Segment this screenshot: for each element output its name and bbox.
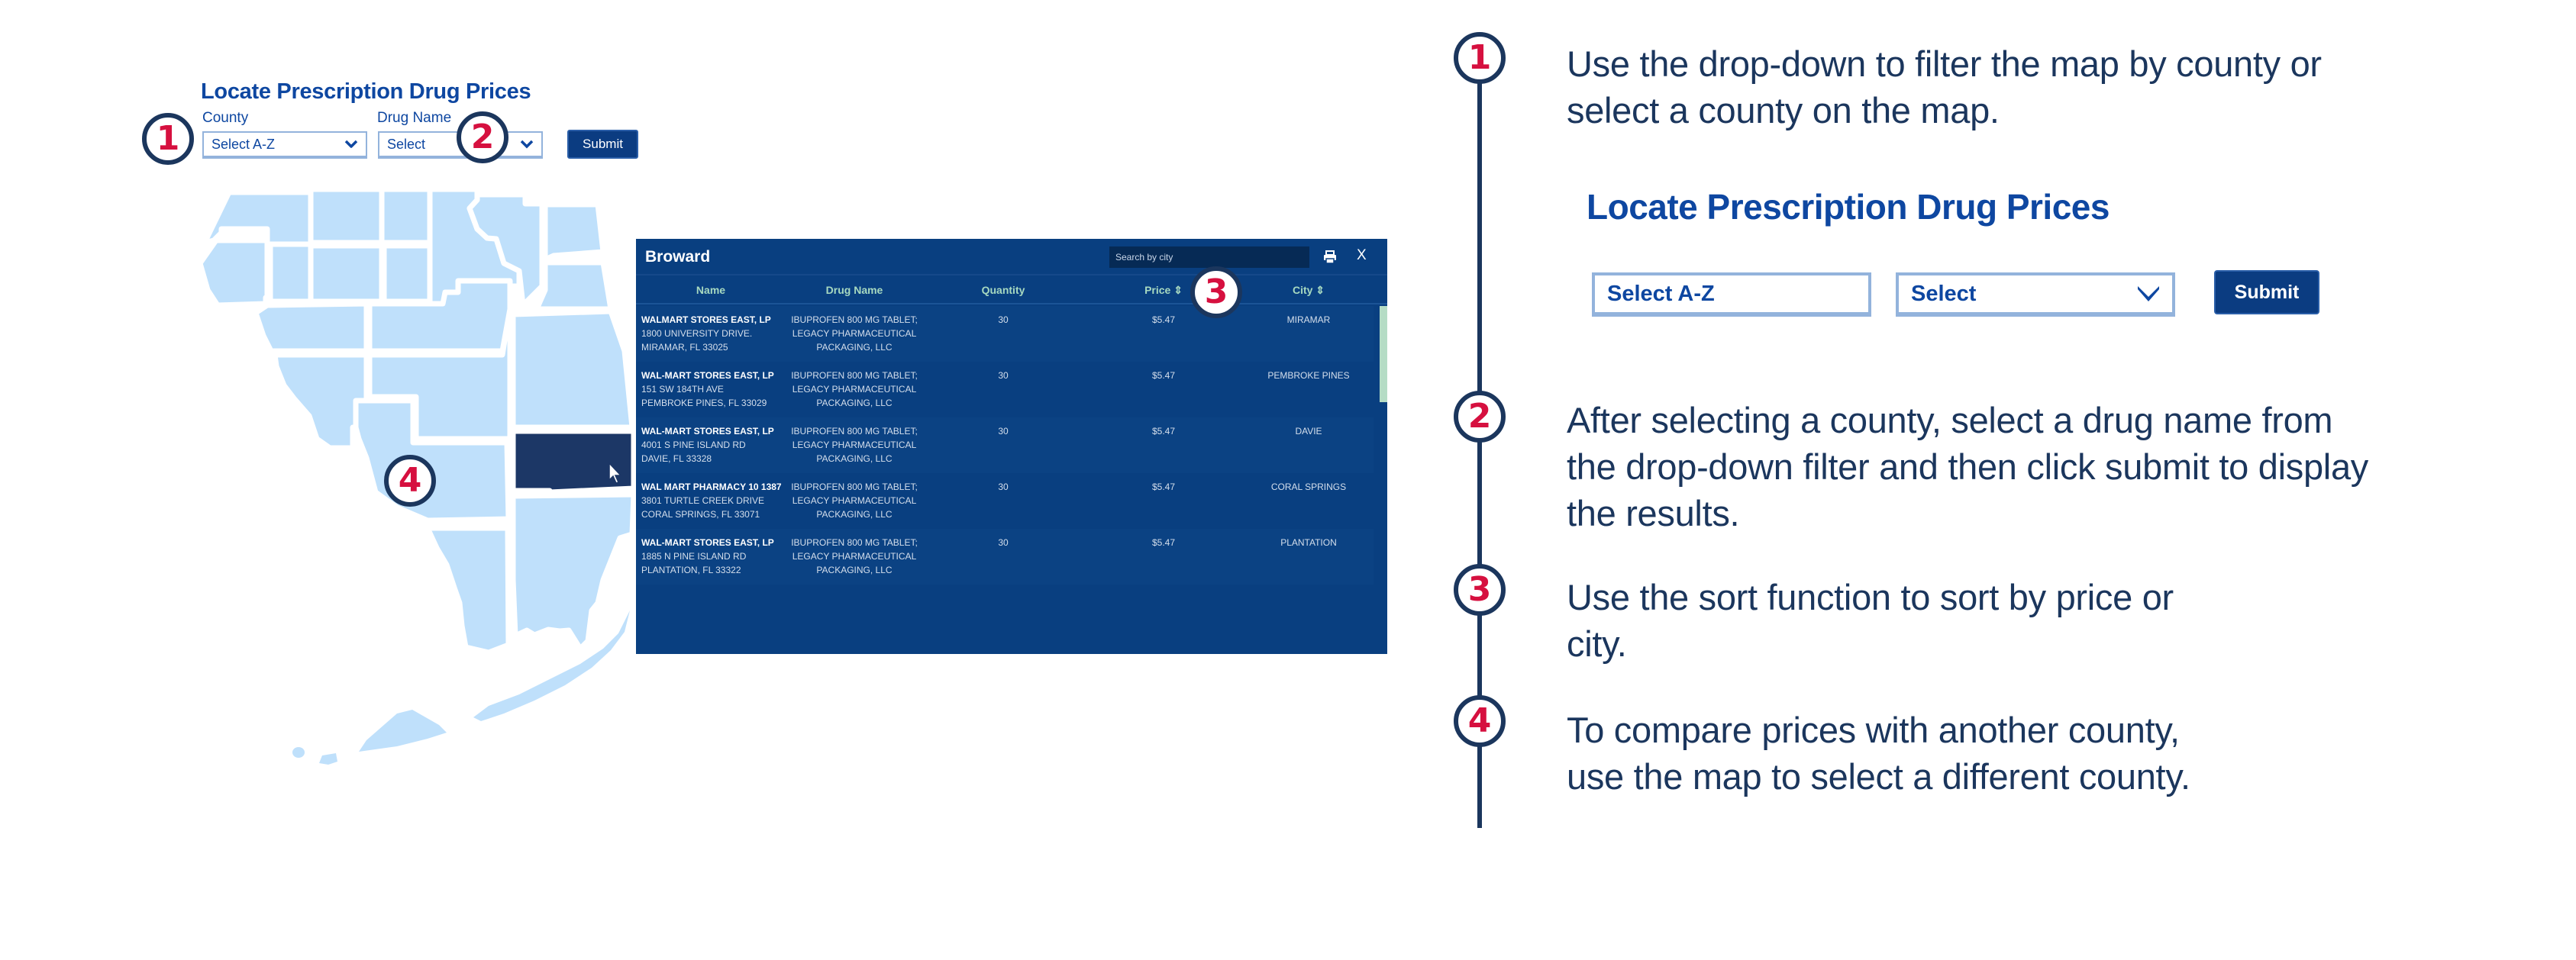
map-county[interactable]	[308, 186, 385, 246]
price-cell: $5.47	[1151, 537, 1176, 548]
instruction-marker-4: 4	[1454, 695, 1506, 747]
printer-icon[interactable]	[1323, 250, 1337, 264]
demo-county-select-value: Select A-Z	[1607, 281, 1715, 306]
chevron-down-icon	[1832, 285, 1858, 304]
pharmacy-address: 1885 N PINE ISLAND RD	[641, 551, 747, 562]
city-cell: PLANTATION	[1280, 537, 1337, 548]
demo-drug-select-value: Select	[1911, 281, 1977, 306]
city-cell: CORAL SPRINGS	[1270, 482, 1347, 492]
submit-button[interactable]: Submit	[567, 130, 638, 159]
map-county[interactable]	[379, 186, 433, 246]
county-select[interactable]: Select A-Z	[202, 131, 367, 159]
pharmacy-address: 1800 UNIVERSITY DRIVE.	[641, 328, 753, 339]
map-county[interactable]	[267, 241, 314, 304]
pharmacy-address: 3801 TURTLE CREEK DRIVE	[641, 495, 764, 506]
drug-name-cell: IBUPROFEN 800 MG TABLET; LEGACY PHARMACE…	[791, 370, 918, 408]
city-cell: DAVIE	[1295, 426, 1322, 437]
pharmacy-address: DAVIE, FL 33328	[641, 453, 712, 464]
map-county[interactable]	[381, 243, 433, 304]
pharmacy-address: MIRAMAR, FL 33025	[641, 342, 728, 353]
map-county[interactable]	[424, 525, 512, 656]
map-county[interactable]	[197, 237, 270, 308]
step-marker-4: 4	[384, 455, 436, 507]
table-row: WALMART STORES EAST, LP 1800 UNIVERSITY D…	[636, 306, 1374, 362]
step-marker-2: 2	[457, 111, 508, 163]
county-select-value: Select A-Z	[211, 136, 276, 152]
pharmacy-name: WAL-MART STORES EAST, LP	[641, 426, 774, 437]
price-cell: $5.47	[1151, 482, 1176, 492]
instruction-step-3: Use the sort function to sort by price o…	[1567, 577, 2174, 664]
mouse-cursor-icon	[608, 462, 622, 484]
pharmacy-name: WAL-MART STORES EAST, LP	[641, 370, 774, 381]
drug-name-select-value: Select	[387, 136, 426, 152]
drug-name-cell: IBUPROFEN 800 MG TABLET; LEGACY PHARMACE…	[791, 537, 918, 575]
chevron-down-icon	[344, 140, 358, 148]
step-marker-3: 3	[1190, 266, 1242, 318]
panel-titlebar: Broward X	[636, 239, 1387, 275]
pharmacy-name: WALMART STORES EAST, LP	[641, 314, 771, 325]
table-body: WALMART STORES EAST, LP 1800 UNIVERSITY D…	[636, 306, 1374, 585]
scrollbar-thumb[interactable]	[1380, 306, 1387, 402]
demo-drug-select: Select	[1896, 272, 2175, 317]
city-cell: MIRAMAR	[1286, 314, 1331, 325]
form-title: Locate Prescription Drug Prices	[201, 79, 531, 104]
map-county[interactable]	[534, 259, 614, 312]
quantity-cell: 30	[998, 314, 1009, 325]
table-header: Name Drug Name Quantity Price ⇕ City ⇕	[636, 277, 1387, 304]
chevron-down-icon	[2138, 286, 2159, 301]
instruction-marker-3: 3	[1454, 564, 1506, 616]
panel-title: Broward	[645, 248, 711, 266]
price-cell: $5.47	[1151, 426, 1176, 437]
quantity-cell: 30	[998, 537, 1009, 548]
drug-name-label: Drug Name	[377, 110, 452, 126]
demo-submit-button: Submit	[2214, 270, 2319, 314]
instruction-step-4: To compare prices with another county, u…	[1567, 710, 2190, 797]
instruction-step-1: Use the drop-down to filter the map by c…	[1567, 43, 2322, 130]
demo-county-select: Select A-Z	[1592, 272, 1871, 317]
drug-name-cell: IBUPROFEN 800 MG TABLET; LEGACY PHARMACE…	[791, 426, 918, 464]
pharmacy-address: 4001 S PINE ISLAND RD	[641, 440, 746, 450]
map-county[interactable]	[253, 301, 370, 354]
chevron-down-icon	[520, 140, 534, 149]
drug-name-cell: IBUPROFEN 800 MG TABLET; LEGACY PHARMACE…	[791, 314, 918, 353]
pharmacy-address: PEMBROKE PINES, FL 33029	[641, 398, 767, 408]
pharmacy-address: CORAL SPRINGS, FL 33071	[641, 509, 760, 520]
county-label: County	[202, 110, 249, 126]
map-county[interactable]	[510, 308, 635, 430]
step-marker-1: 1	[142, 113, 194, 165]
florida-keys	[292, 747, 305, 758]
map-county[interactable]	[542, 201, 606, 263]
map-county[interactable]	[308, 243, 385, 304]
pharmacy-address: PLANTATION, FL 33322	[641, 565, 741, 575]
map-county[interactable]	[272, 352, 370, 451]
table-row: WAL MART PHARMACY 10 1387 3801 TURTLE CRE…	[636, 473, 1374, 529]
drug-name-cell: IBUPROFEN 800 MG TABLET; LEGACY PHARMACE…	[791, 482, 918, 520]
search-by-city-input[interactable]	[1109, 246, 1309, 268]
quantity-cell: 30	[998, 482, 1009, 492]
column-header-name: Name	[696, 284, 726, 296]
pharmacy-name: WAL-MART STORES EAST, LP	[641, 537, 774, 548]
quantity-cell: 30	[998, 426, 1009, 437]
close-icon[interactable]: X	[1357, 247, 1367, 264]
city-cell: PEMBROKE PINES	[1267, 370, 1350, 381]
instruction-step-2: After selecting a county, select a drug …	[1567, 400, 2368, 533]
demo-form-title: Locate Prescription Drug Prices	[1587, 187, 2110, 227]
table-row: WAL-MART STORES EAST, LP 4001 S PINE ISLA…	[636, 417, 1374, 473]
florida-keys	[359, 710, 447, 752]
results-panel: Broward X Name Drug Name Quantity Price …	[636, 239, 1387, 654]
pharmacy-name: WAL MART PHARMACY 10 1387	[641, 482, 782, 492]
florida-keys	[319, 753, 337, 765]
column-header-quantity: Quantity	[981, 284, 1025, 296]
pharmacy-address: 151 SW 184TH AVE	[641, 384, 724, 395]
sort-by-city-header[interactable]: City ⇕	[1244, 284, 1374, 297]
table-row: WAL-MART STORES EAST, LP 151 SW 184TH AVE…	[636, 362, 1374, 417]
map-county[interactable]	[510, 491, 637, 652]
column-header-drug-name: Drug Name	[825, 284, 883, 296]
instruction-marker-2: 2	[1454, 391, 1506, 443]
table-row: WAL-MART STORES EAST, LP 1885 N PINE ISLA…	[636, 529, 1374, 585]
instruction-marker-1: 1	[1454, 32, 1506, 84]
price-cell: $5.47	[1151, 370, 1176, 381]
county-map	[197, 186, 637, 765]
quantity-cell: 30	[998, 370, 1009, 381]
